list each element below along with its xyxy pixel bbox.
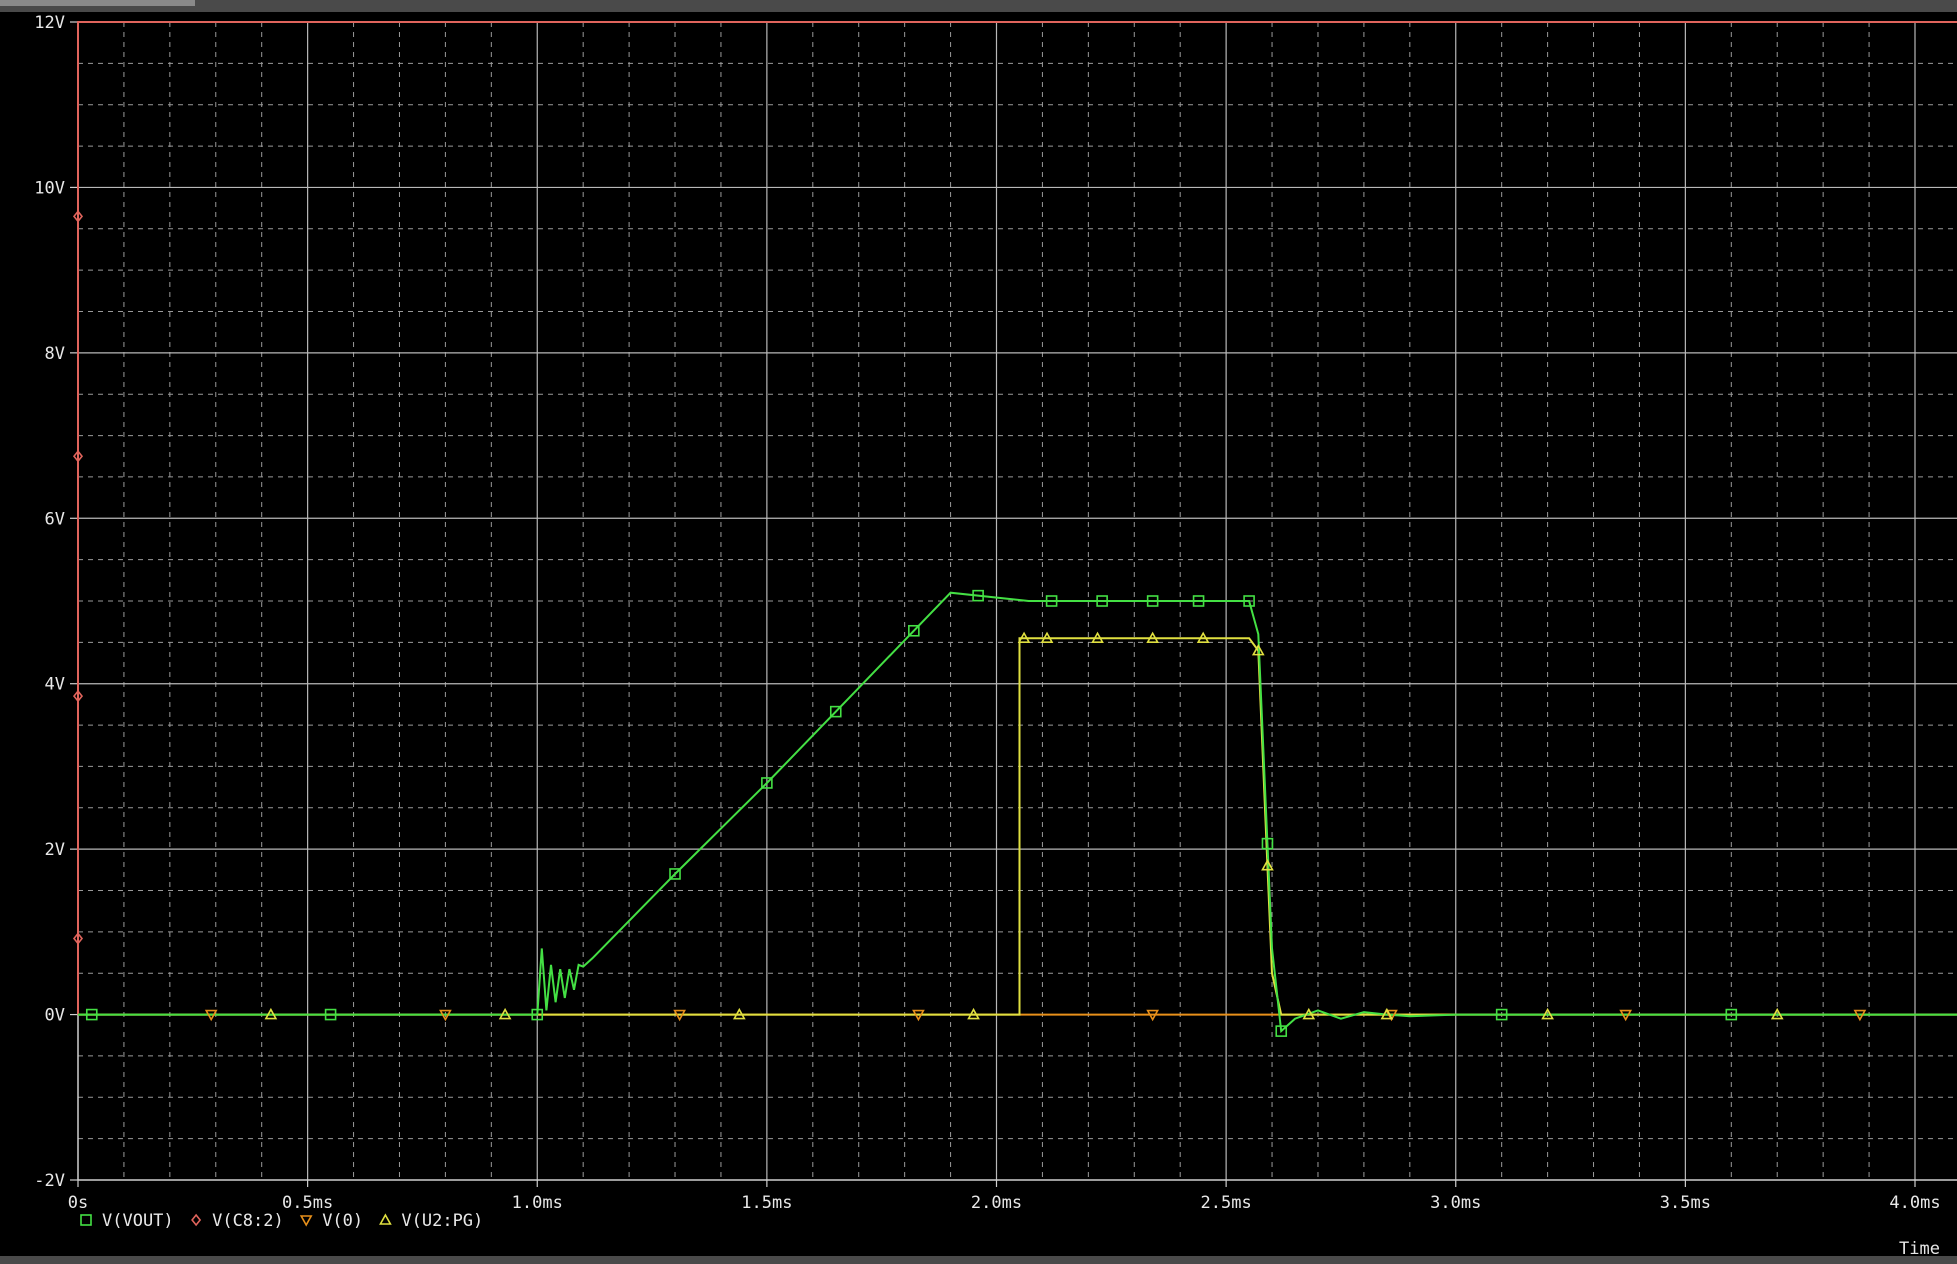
x-axis-ticks: 0s 0.5ms 1.0ms 1.5ms 2.0ms 2.5ms 3.0ms 3.5ms 4.0… <box>68 1180 1941 1213</box>
legend-item[interactable]: V(VOUT) <box>80 1211 174 1231</box>
y-axis-ticks: -2V 0V 2V 4V 6V 8V 10V 12V <box>34 13 78 1191</box>
legend-item[interactable]: V(0) <box>299 1211 363 1231</box>
y-tick-label: 8V <box>45 344 65 364</box>
y-tick-label: 6V <box>45 509 65 529</box>
legend-item[interactable]: V(C8:2) <box>191 1211 284 1231</box>
x-tick-label: 2.0ms <box>971 1193 1022 1213</box>
series-traces <box>77 21 1957 1034</box>
legend-symbol-icon <box>299 1215 313 1227</box>
x-tick-label: 1.5ms <box>741 1193 792 1213</box>
legend-symbol-icon <box>379 1213 392 1225</box>
x-tick-label: 0s <box>68 1193 88 1213</box>
x-tick-label: 3.0ms <box>1430 1193 1481 1213</box>
legend-symbol-icon <box>80 1214 92 1226</box>
series-markers <box>72 210 1867 1037</box>
y-tick-label: 12V <box>34 13 65 33</box>
legend-label: V(0) <box>322 1211 363 1231</box>
x-tick-label: 4.0ms <box>1889 1193 1940 1213</box>
minor-gridlines <box>78 22 1957 1180</box>
x-tick-label: 2.5ms <box>1201 1193 1252 1213</box>
legend-item[interactable]: V(U2:PG) <box>379 1211 483 1231</box>
x-tick-label: 0.5ms <box>282 1193 333 1213</box>
y-tick-label: -2V <box>34 1171 65 1191</box>
waveform-chart[interactable]: -2V 0V 2V 4V 6V 8V 10V 12V 0s 0.5ms 1.0ms 1.5ms 2.0… <box>0 0 1957 1264</box>
y-tick-label: 0V <box>45 1006 65 1026</box>
y-tick-label: 4V <box>45 675 65 695</box>
legend-symbol-icon <box>191 1213 202 1227</box>
x-tick-label: 1.0ms <box>512 1193 563 1213</box>
probe-plot-window: -2V 0V 2V 4V 6V 8V 10V 12V 0s 0.5ms 1.0ms 1.5ms 2.0… <box>0 0 1957 1264</box>
window-bottom-border <box>0 1256 1957 1264</box>
y-tick-label: 2V <box>45 840 65 860</box>
legend-label: V(U2:PG) <box>401 1211 483 1231</box>
series-line-v-u2-pg-[interactable] <box>78 637 1957 1016</box>
legend-label: V(C8:2) <box>212 1211 284 1231</box>
legend-label: V(VOUT) <box>102 1211 174 1231</box>
legend: V(VOUT) V(C8:2) V(0) V(U2:PG) <box>80 1211 483 1231</box>
x-tick-label: 3.5ms <box>1660 1193 1711 1213</box>
y-tick-label: 10V <box>34 178 65 198</box>
series-line-v-vout-[interactable] <box>78 591 1957 1034</box>
